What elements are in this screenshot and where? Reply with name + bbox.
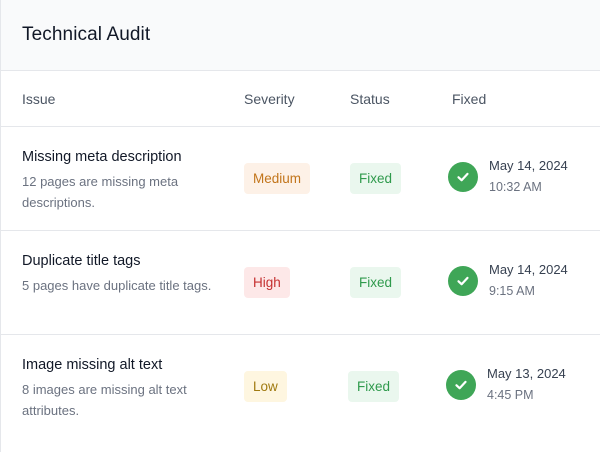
column-header-status: Status — [350, 91, 390, 107]
status-badge: Fixed — [350, 163, 402, 194]
card-header: Technical Audit — [1, 0, 600, 71]
fixed-timestamp: May 14, 2024 10:32 AM — [489, 157, 568, 196]
fixed-cell: May 14, 2024 10:32 AM — [448, 157, 568, 196]
fixed-date: May 13, 2024 — [487, 366, 566, 381]
issue-cell: Duplicate title tags 5 pages have duplic… — [22, 251, 232, 296]
column-header-fixed: Fixed — [452, 91, 487, 107]
column-header-issue: Issue — [22, 91, 56, 107]
fixed-time: 4:45 PM — [487, 388, 534, 402]
fixed-timestamp: May 13, 2024 4:45 PM — [487, 365, 566, 404]
fixed-date: May 14, 2024 — [489, 262, 568, 277]
table-row: Duplicate title tags 5 pages have duplic… — [1, 231, 600, 335]
technical-audit-card: Technical Audit Issue Severity Status Fi… — [0, 0, 600, 452]
issue-title: Image missing alt text — [22, 357, 163, 373]
issue-cell: Image missing alt text 8 images are miss… — [22, 355, 232, 421]
fixed-cell: May 13, 2024 4:45 PM — [446, 365, 566, 404]
card-title: Technical Audit — [22, 24, 151, 45]
table-row: Missing meta description 12 pages are mi… — [1, 127, 600, 231]
issue-cell: Missing meta description 12 pages are mi… — [22, 147, 232, 213]
fixed-timestamp: May 14, 2024 9:15 AM — [489, 261, 568, 300]
status-badge: Fixed — [350, 267, 402, 298]
check-icon — [448, 161, 478, 192]
severity-badge: Medium — [244, 163, 311, 194]
issue-description: 5 pages have duplicate title tags. — [22, 278, 212, 293]
column-header-severity: Severity — [244, 91, 295, 107]
check-icon — [446, 369, 476, 400]
issue-description: 8 images are missing alt text attributes… — [22, 382, 187, 418]
fixed-time: 9:15 AM — [489, 284, 535, 298]
table-row: Image missing alt text 8 images are miss… — [1, 335, 600, 439]
issue-title: Missing meta description — [22, 149, 182, 165]
issue-description: 12 pages are missing meta descriptions. — [22, 174, 179, 210]
severity-badge: Low — [244, 371, 287, 402]
status-badge: Fixed — [348, 371, 400, 402]
issue-title: Duplicate title tags — [22, 253, 141, 269]
check-icon — [448, 265, 478, 296]
table-header: Issue Severity Status Fixed — [1, 71, 600, 127]
fixed-date: May 14, 2024 — [489, 158, 568, 173]
severity-badge: High — [244, 267, 290, 298]
fixed-time: 10:32 AM — [489, 180, 542, 194]
fixed-cell: May 14, 2024 9:15 AM — [448, 261, 568, 300]
